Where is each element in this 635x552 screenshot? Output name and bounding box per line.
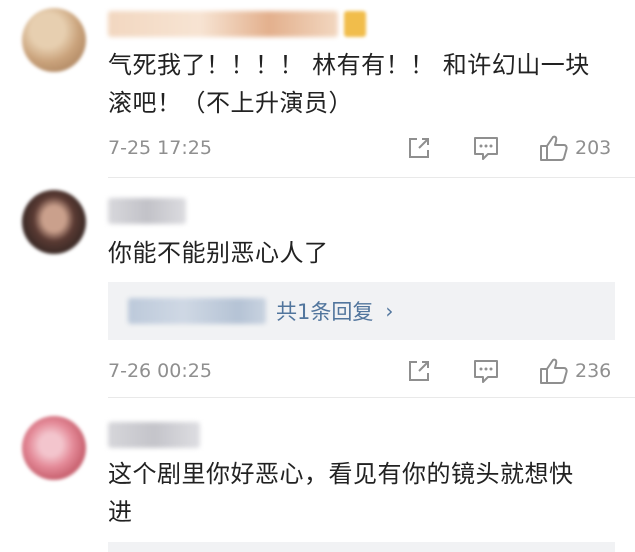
comment-text: 这个剧里你好恶心，看见有你的镜头就想快 进 (108, 455, 623, 531)
avatar[interactable] (22, 416, 86, 480)
reply-username-blurred (128, 298, 266, 324)
like-count: 236 (575, 360, 612, 382)
vip-badge-icon (344, 11, 366, 37)
comment-line: 你能不能别恶心人了 (108, 239, 329, 267)
repost-button[interactable] (406, 357, 432, 385)
reply-preview[interactable]: 共1条回复 › (108, 282, 615, 340)
comment-meta: 7-26 00:25 236 (108, 356, 623, 386)
view-replies-link[interactable]: 共1条回复 › (276, 294, 393, 328)
like-button[interactable]: 203 (539, 134, 611, 162)
repost-icon (409, 138, 429, 158)
comment-button[interactable] (472, 134, 500, 162)
timestamp: 7-26 00:25 (108, 360, 212, 382)
avatar[interactable] (22, 8, 86, 72)
divider (108, 397, 635, 398)
avatar[interactable] (22, 190, 86, 254)
comment-item: 你能不能别恶心人了 共1条回复 › 7-26 00:25 236 (0, 178, 635, 400)
thumbs-up-icon (540, 358, 568, 384)
username-blurred[interactable] (108, 11, 338, 37)
username-blurred[interactable] (108, 198, 186, 224)
comment-icon (474, 137, 498, 160)
repost-icon (409, 361, 429, 381)
comment-item: 这个剧里你好恶心，看见有你的镜头就想快 进 (0, 400, 635, 552)
reply-preview[interactable] (108, 542, 615, 552)
timestamp: 7-25 17:25 (108, 137, 212, 159)
comment-line: 气死我了！！！！ 林有有！！ 和许幻山一块 (108, 51, 590, 79)
comment-text: 气死我了！！！！ 林有有！！ 和许幻山一块 滚吧！（不上升演员） (108, 46, 623, 122)
comment-line: 这个剧里你好恶心，看见有你的镜头就想快 (108, 460, 574, 488)
comment-button[interactable] (472, 357, 500, 385)
thumbs-up-icon (540, 135, 568, 161)
repost-button[interactable] (406, 134, 432, 162)
comment-icon (474, 360, 498, 383)
comment-meta: 7-25 17:25 203 (108, 133, 623, 163)
chevron-right-icon: › (385, 299, 394, 323)
username-blurred[interactable] (108, 422, 200, 448)
comment-line: 滚吧！（不上升演员） (108, 89, 353, 117)
reply-count-label: 共1条回复 (276, 300, 374, 324)
like-count: 203 (575, 137, 612, 159)
comment-line: 进 (108, 498, 133, 526)
comment-item: 气死我了！！！！ 林有有！！ 和许幻山一块 滚吧！（不上升演员） 7-25 17… (0, 0, 635, 180)
like-button[interactable]: 236 (539, 357, 611, 385)
comment-text: 你能不能别恶心人了 (108, 234, 623, 272)
